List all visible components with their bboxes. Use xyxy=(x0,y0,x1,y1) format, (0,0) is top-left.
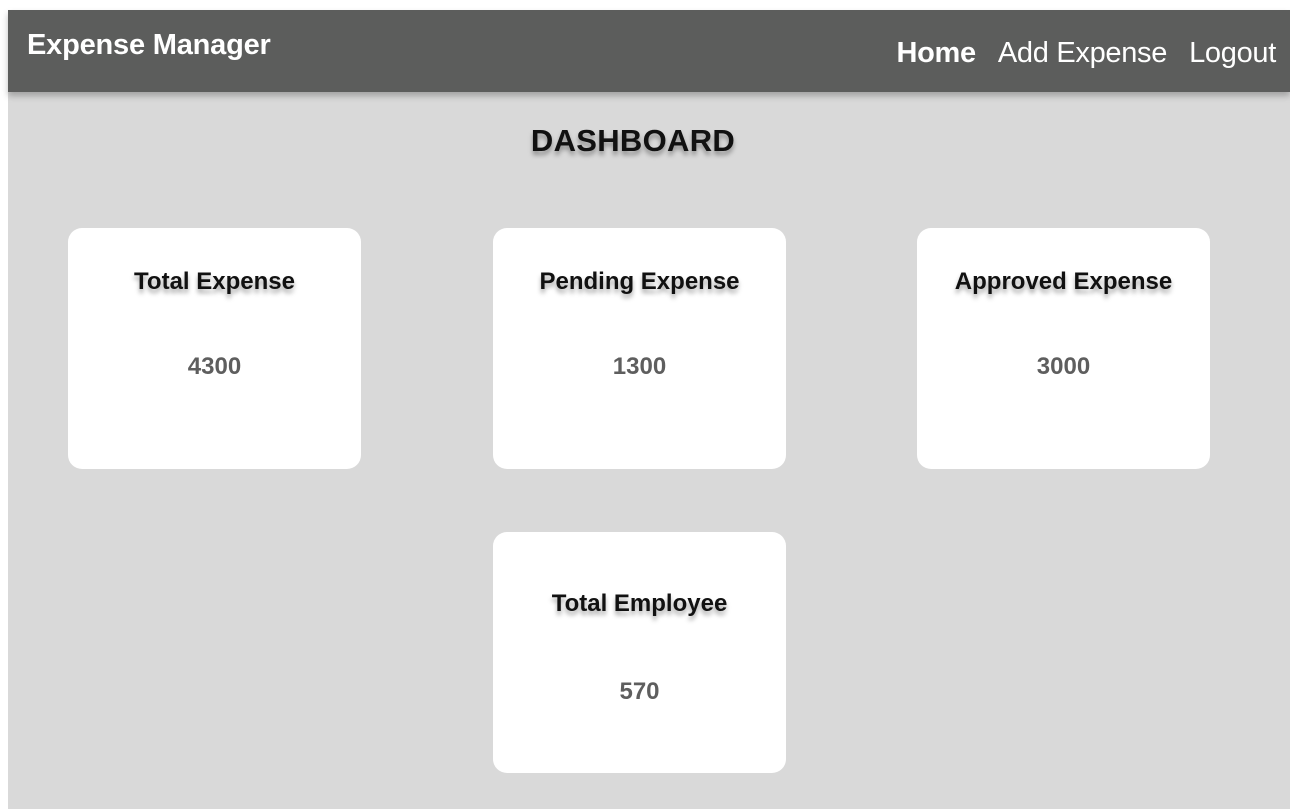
card-value: 570 xyxy=(619,678,660,705)
page-title: DASHBOARD xyxy=(530,123,736,158)
total-expense-card: Total Expense 4300 xyxy=(68,228,361,469)
brand-title[interactable]: Expense Manager xyxy=(27,29,271,62)
nav-link-add-expense[interactable]: Add Expense xyxy=(998,37,1168,70)
card-title: Pending Expense xyxy=(539,268,740,295)
card-value: 1300 xyxy=(612,353,667,380)
card-title: Total Employee xyxy=(551,590,728,617)
card-title: Total Expense xyxy=(134,268,295,295)
nav-link-logout[interactable]: Logout xyxy=(1189,37,1276,70)
app-frame: Expense Manager Home Add Expense Logout … xyxy=(8,10,1290,809)
top-navbar: Expense Manager Home Add Expense Logout xyxy=(8,10,1290,92)
card-value: 3000 xyxy=(1036,353,1091,380)
card-title: Approved Expense xyxy=(954,268,1173,295)
nav-link-home[interactable]: Home xyxy=(897,37,977,70)
nav-links: Home Add Expense Logout xyxy=(897,37,1277,70)
approved-expense-card: Approved Expense 3000 xyxy=(917,228,1210,469)
pending-expense-card: Pending Expense 1300 xyxy=(493,228,786,469)
total-employee-card: Total Employee 570 xyxy=(493,532,786,773)
card-value: 4300 xyxy=(187,353,242,380)
